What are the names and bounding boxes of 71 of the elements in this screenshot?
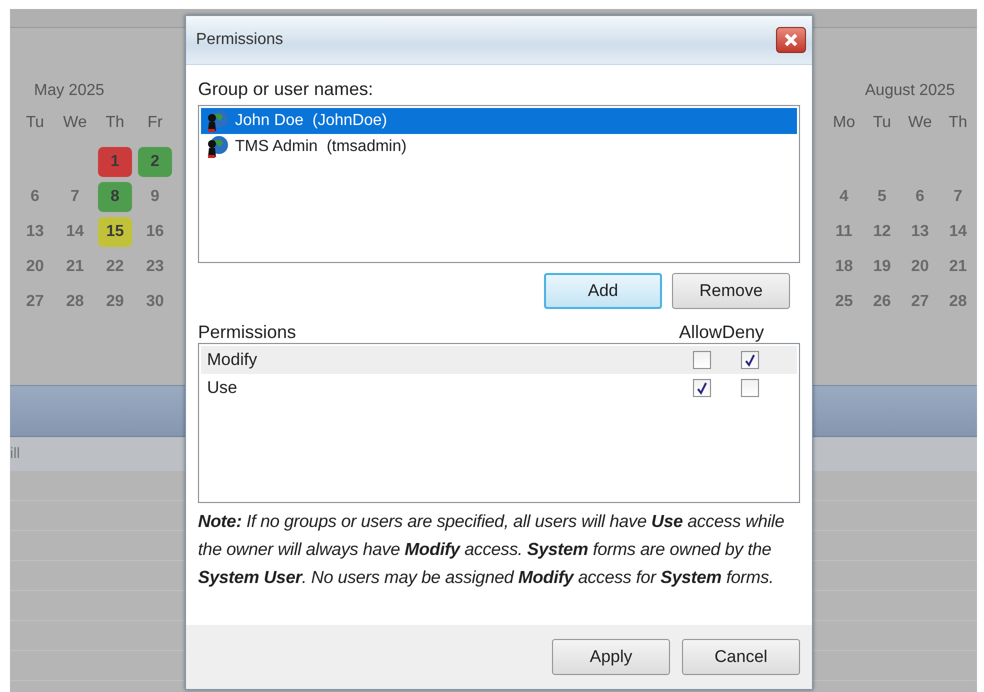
checkbox[interactable]: [741, 379, 759, 397]
calendar-day[interactable]: 13: [903, 217, 937, 247]
calendar-day[interactable]: 29: [98, 287, 132, 317]
permission-name: Use: [207, 378, 238, 398]
user-list-item[interactable]: TMS Admin (tmsadmin): [201, 134, 797, 160]
list-action-button[interactable]: Add: [544, 273, 662, 309]
close-icon: [783, 32, 799, 48]
calendar-day[interactable]: 25: [827, 287, 861, 317]
calendar-day[interactable]: 20: [903, 252, 937, 282]
calendar-day[interactable]: 6: [903, 182, 937, 212]
calendar-day[interactable]: 27: [903, 287, 937, 317]
calendar-day[interactable]: 20: [18, 252, 52, 282]
column-header: ill: [10, 445, 20, 462]
calendar-day[interactable]: 19: [865, 252, 899, 282]
weekday-label: We: [908, 114, 932, 131]
calendar-day[interactable]: 14: [941, 217, 975, 247]
weekday-label: Tu: [872, 114, 892, 131]
calendar-day[interactable]: 26: [865, 287, 899, 317]
calendar-day[interactable]: 11: [827, 217, 861, 247]
user-globe-icon: [205, 135, 229, 159]
dialog-button[interactable]: Apply: [552, 639, 670, 675]
calendar-day[interactable]: 12: [865, 217, 899, 247]
permissions-label: Permissions: [198, 322, 296, 342]
calendar-day[interactable]: 1: [98, 147, 132, 177]
users-label: Group or user names:: [198, 79, 374, 99]
calendar-day[interactable]: 4: [827, 182, 861, 212]
calendar-day[interactable]: 21: [941, 252, 975, 282]
calendar-day[interactable]: 23: [138, 252, 172, 282]
calendar-day[interactable]: 22: [98, 252, 132, 282]
weekday-label: We: [63, 114, 87, 131]
permission-row[interactable]: Use: [201, 374, 797, 402]
user-name: TMS Admin (tmsadmin): [235, 138, 407, 156]
column-header: Deny: [722, 322, 764, 343]
calendar-day[interactable]: 27: [18, 287, 52, 317]
dialog-button[interactable]: Cancel: [682, 639, 800, 675]
permission-name: Modify: [207, 350, 258, 370]
calendar-day[interactable]: 5: [865, 182, 899, 212]
calendar-day[interactable]: 28: [941, 287, 975, 317]
user-name: John Doe (JohnDoe): [235, 112, 388, 130]
month-title: August 2025: [865, 82, 955, 99]
month-title: May 2025: [34, 82, 104, 99]
calendar-day[interactable]: 30: [138, 287, 172, 317]
calendar-day[interactable]: 14: [58, 217, 92, 247]
list-action-button[interactable]: Remove: [672, 273, 790, 309]
weekday-label: Tu: [26, 114, 44, 131]
calendar-day[interactable]: 21: [58, 252, 92, 282]
weekday-label: Mo: [832, 114, 856, 131]
note-text: Note: If no groups or users are specified, all users will have Use access while the owner will always have Modify access. System forms are owned by the System User. No users may be assigned Modify access for System forms.: [198, 510, 786, 589]
column-header: Allow: [678, 322, 722, 343]
calendar-day[interactable]: 7: [941, 182, 975, 212]
calendar-day[interactable]: 9: [138, 182, 172, 212]
calendar-day[interactable]: 13: [18, 217, 52, 247]
weekday-label: Th: [948, 114, 968, 131]
weekday-label: Fr: [147, 114, 163, 131]
checkbox[interactable]: [693, 351, 711, 369]
weekday-label: Th: [106, 114, 124, 131]
calendar-day[interactable]: 15: [98, 217, 132, 247]
calendar-day[interactable]: 8: [98, 182, 132, 212]
user-list-item[interactable]: John Doe (JohnDoe): [201, 108, 797, 134]
close-button[interactable]: [776, 27, 806, 53]
calendar-day[interactable]: 28: [58, 287, 92, 317]
calendar-day[interactable]: 16: [138, 217, 172, 247]
dialog-title: Permissions: [196, 31, 284, 49]
checkbox[interactable]: [693, 379, 711, 397]
permission-row[interactable]: Modify: [201, 346, 797, 374]
calendar-day[interactable]: 6: [18, 182, 52, 212]
calendar-day[interactable]: 7: [58, 182, 92, 212]
checkbox[interactable]: [741, 351, 759, 369]
calendar-day[interactable]: 18: [827, 252, 861, 282]
user-globe-icon: [205, 109, 229, 133]
calendar-day[interactable]: 2: [138, 147, 172, 177]
